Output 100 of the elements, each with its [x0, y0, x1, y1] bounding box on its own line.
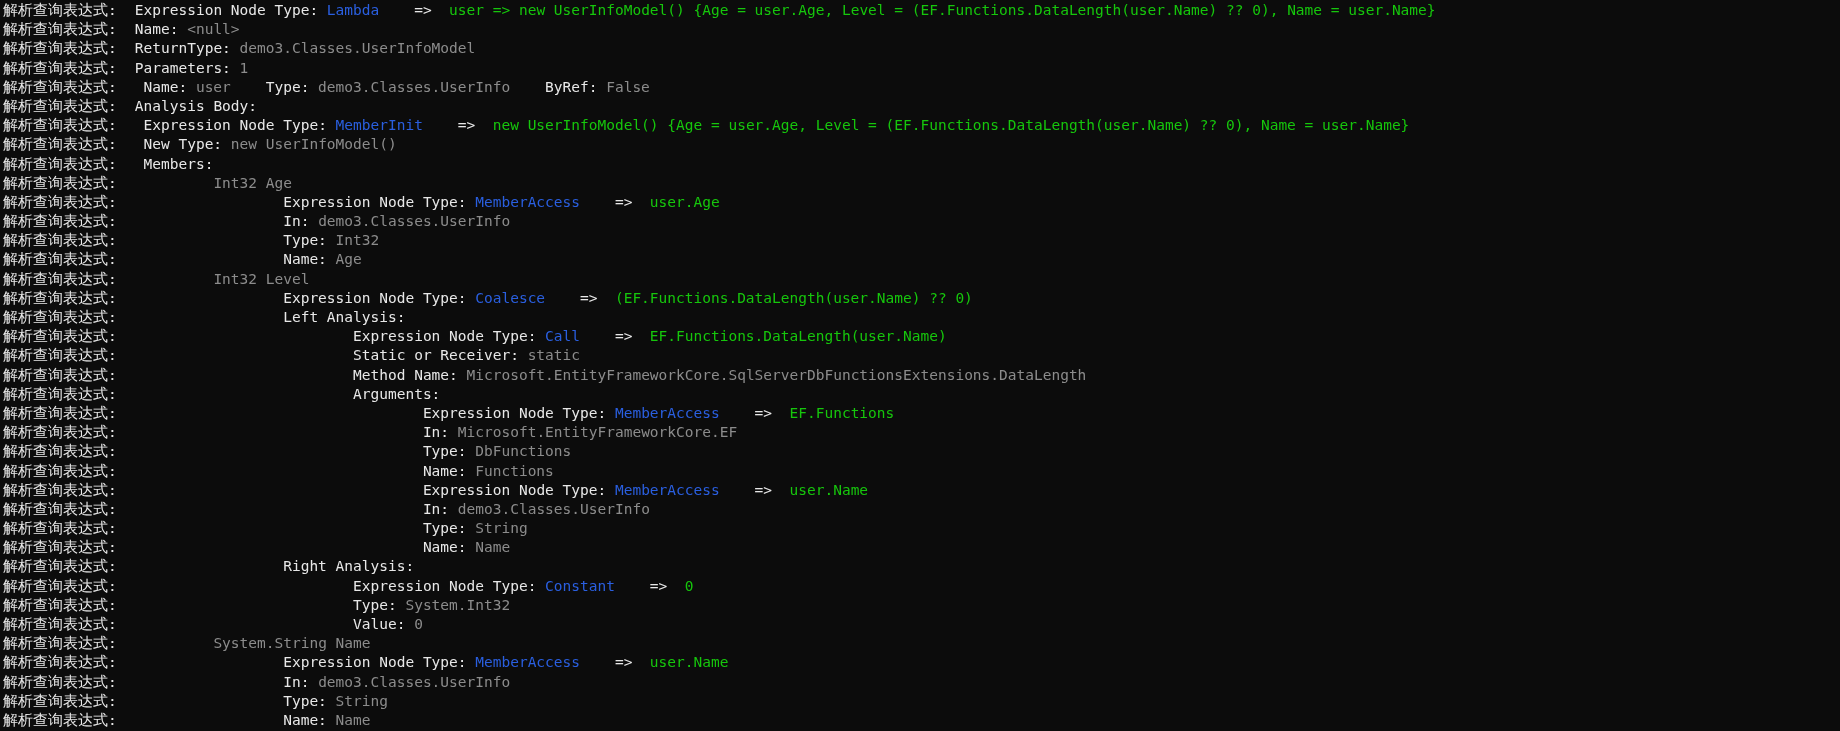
field-label: Arguments:	[353, 384, 441, 404]
log-prefix: 解析查询表达式:	[3, 403, 118, 423]
field-label: Value:	[353, 615, 406, 634]
field-label: Type:	[422, 519, 467, 539]
arrow-symbol: =>	[754, 480, 773, 500]
field-label: Name:	[143, 77, 188, 97]
log-prefix: 解析查询表达式:	[3, 653, 118, 673]
arrow-symbol: =>	[457, 116, 476, 136]
field-value: Age	[335, 250, 362, 270]
log-prefix: 解析查询表达式:	[3, 710, 118, 730]
node-type: Lambda	[326, 1, 380, 20]
log-prefix: 解析查询表达式:	[3, 576, 118, 596]
log-prefix: 解析查询表达式:	[3, 595, 118, 615]
field-value: String	[475, 519, 528, 539]
field-label: Name:	[283, 250, 327, 270]
log-prefix: 解析查询表达式:	[3, 1, 118, 20]
field-value: False	[606, 77, 650, 97]
arrow-symbol: =>	[614, 653, 633, 673]
node-type: Call	[545, 327, 580, 347]
log-prefix: 解析查询表达式:	[3, 20, 118, 40]
node-type: Constant	[545, 576, 615, 596]
expression-text: (EF.Functions.DataLength(user.Name) ?? 0)	[614, 288, 973, 308]
field-label: New Type:	[143, 135, 223, 155]
log-prefix: 解析查询表达式:	[3, 615, 118, 634]
log-prefix: 解析查询表达式:	[3, 634, 118, 654]
log-prefix: 解析查询表达式:	[3, 288, 118, 308]
node-type: Coalesce	[475, 288, 546, 308]
field-value: System.String Name	[213, 634, 371, 654]
field-label: Type:	[422, 442, 467, 462]
arrow-symbol: =>	[614, 327, 633, 347]
log-prefix: 解析查询表达式:	[3, 327, 118, 347]
field-value: DbFunctions	[475, 442, 572, 462]
field-label: Name:	[134, 20, 179, 40]
field-label: Method Name:	[353, 365, 458, 385]
node-type: MemberInit	[335, 116, 423, 136]
node-type: MemberAccess	[475, 192, 580, 212]
field-value: Microsoft.EntityFrameworkCore.EF	[457, 423, 738, 443]
arrow-symbol: =>	[649, 576, 668, 596]
log-prefix: 解析查询表达式:	[3, 39, 118, 59]
field-value: Name	[475, 538, 511, 558]
field-value: String	[335, 691, 388, 711]
field-label: ReturnType:	[134, 39, 231, 59]
node-type: MemberAccess	[614, 403, 720, 423]
field-label: Analysis Body:	[134, 96, 258, 116]
expression-text: user.Name	[649, 653, 729, 673]
log-prefix: 解析查询表达式:	[3, 96, 118, 116]
field-label: Type:	[353, 595, 397, 615]
log-prefix: 解析查询表达式:	[3, 442, 118, 462]
field-value: demo3.Classes.UserInfo	[457, 499, 650, 519]
node-type: MemberAccess	[614, 480, 720, 500]
field-value: demo3.Classes.UserInfo	[318, 212, 511, 232]
log-prefix: 解析查询表达式:	[3, 231, 118, 251]
log-prefix: 解析查询表达式:	[3, 557, 118, 577]
log-prefix: 解析查询表达式:	[3, 192, 118, 212]
expression-text: user.Age	[649, 192, 720, 212]
node-type: MemberAccess	[475, 653, 580, 673]
field-value: demo3.Classes.UserInfo	[318, 672, 511, 692]
field-label: Expression Node Type:	[143, 116, 327, 136]
log-prefix: 解析查询表达式:	[3, 672, 118, 692]
log-prefix: 解析查询表达式:	[3, 58, 118, 78]
field-value: user	[195, 77, 231, 97]
field-label: Name:	[422, 538, 467, 558]
log-prefix: 解析查询表达式:	[3, 346, 118, 366]
arrow-symbol: =>	[754, 403, 773, 423]
field-value: static	[527, 346, 581, 366]
expression-text: user => new UserInfoModel() {Age = user.Age, Level = (EF.Functions.DataLength(user.Name) ?? 0), Name = user.Name}	[449, 1, 1436, 20]
field-label: Static or Receiver:	[353, 346, 519, 366]
log-prefix: 解析查询表达式:	[3, 135, 118, 155]
expression-text: EF.Functions.DataLength(user.Name)	[649, 327, 947, 347]
field-value: demo3.Classes.UserInfo	[318, 77, 511, 97]
field-label: Type:	[283, 231, 327, 251]
log-prefix: 解析查询表达式:	[3, 365, 118, 385]
field-label: In:	[422, 423, 450, 443]
log-prefix: 解析查询表达式:	[3, 308, 118, 327]
log-prefix: 解析查询表达式:	[3, 519, 118, 539]
log-prefix: 解析查询表达式:	[3, 250, 118, 270]
log-prefix: 解析查询表达式:	[3, 538, 118, 558]
field-value: Functions	[475, 461, 554, 481]
log-prefix: 解析查询表达式:	[3, 384, 118, 404]
field-label: Type:	[283, 691, 327, 711]
field-value: <null>	[187, 20, 240, 40]
field-label: Expression Node Type:	[353, 327, 537, 347]
field-value: Microsoft.EntityFrameworkCore.SqlServerDbFunctionsExtensions.DataLength	[466, 365, 1087, 385]
log-prefix: 解析查询表达式:	[3, 691, 118, 711]
field-value: demo3.Classes.UserInfoModel	[239, 39, 476, 59]
field-label: Expression Node Type:	[134, 1, 319, 20]
field-value: new UserInfoModel()	[230, 135, 397, 155]
field-label: Expression Node Type:	[353, 576, 537, 596]
log-prefix: 解析查询表达式:	[3, 154, 118, 174]
field-value: Int32 Level	[213, 269, 310, 289]
field-label: Name:	[422, 461, 467, 481]
field-label: Name:	[283, 710, 327, 730]
field-value: Int32 Age	[213, 173, 292, 193]
log-prefix: 解析查询表达式:	[3, 269, 118, 289]
arrow-symbol: =>	[614, 192, 633, 212]
expression-text: new UserInfoModel() {Age = user.Age, Level = (EF.Functions.DataLength(user.Name) ?? 0), Name = user.Name}	[492, 116, 1410, 136]
field-label: In:	[422, 499, 450, 519]
field-label: Parameters:	[134, 58, 231, 78]
field-label: Expression Node Type:	[283, 288, 467, 308]
log-prefix: 解析查询表达式:	[3, 499, 118, 519]
